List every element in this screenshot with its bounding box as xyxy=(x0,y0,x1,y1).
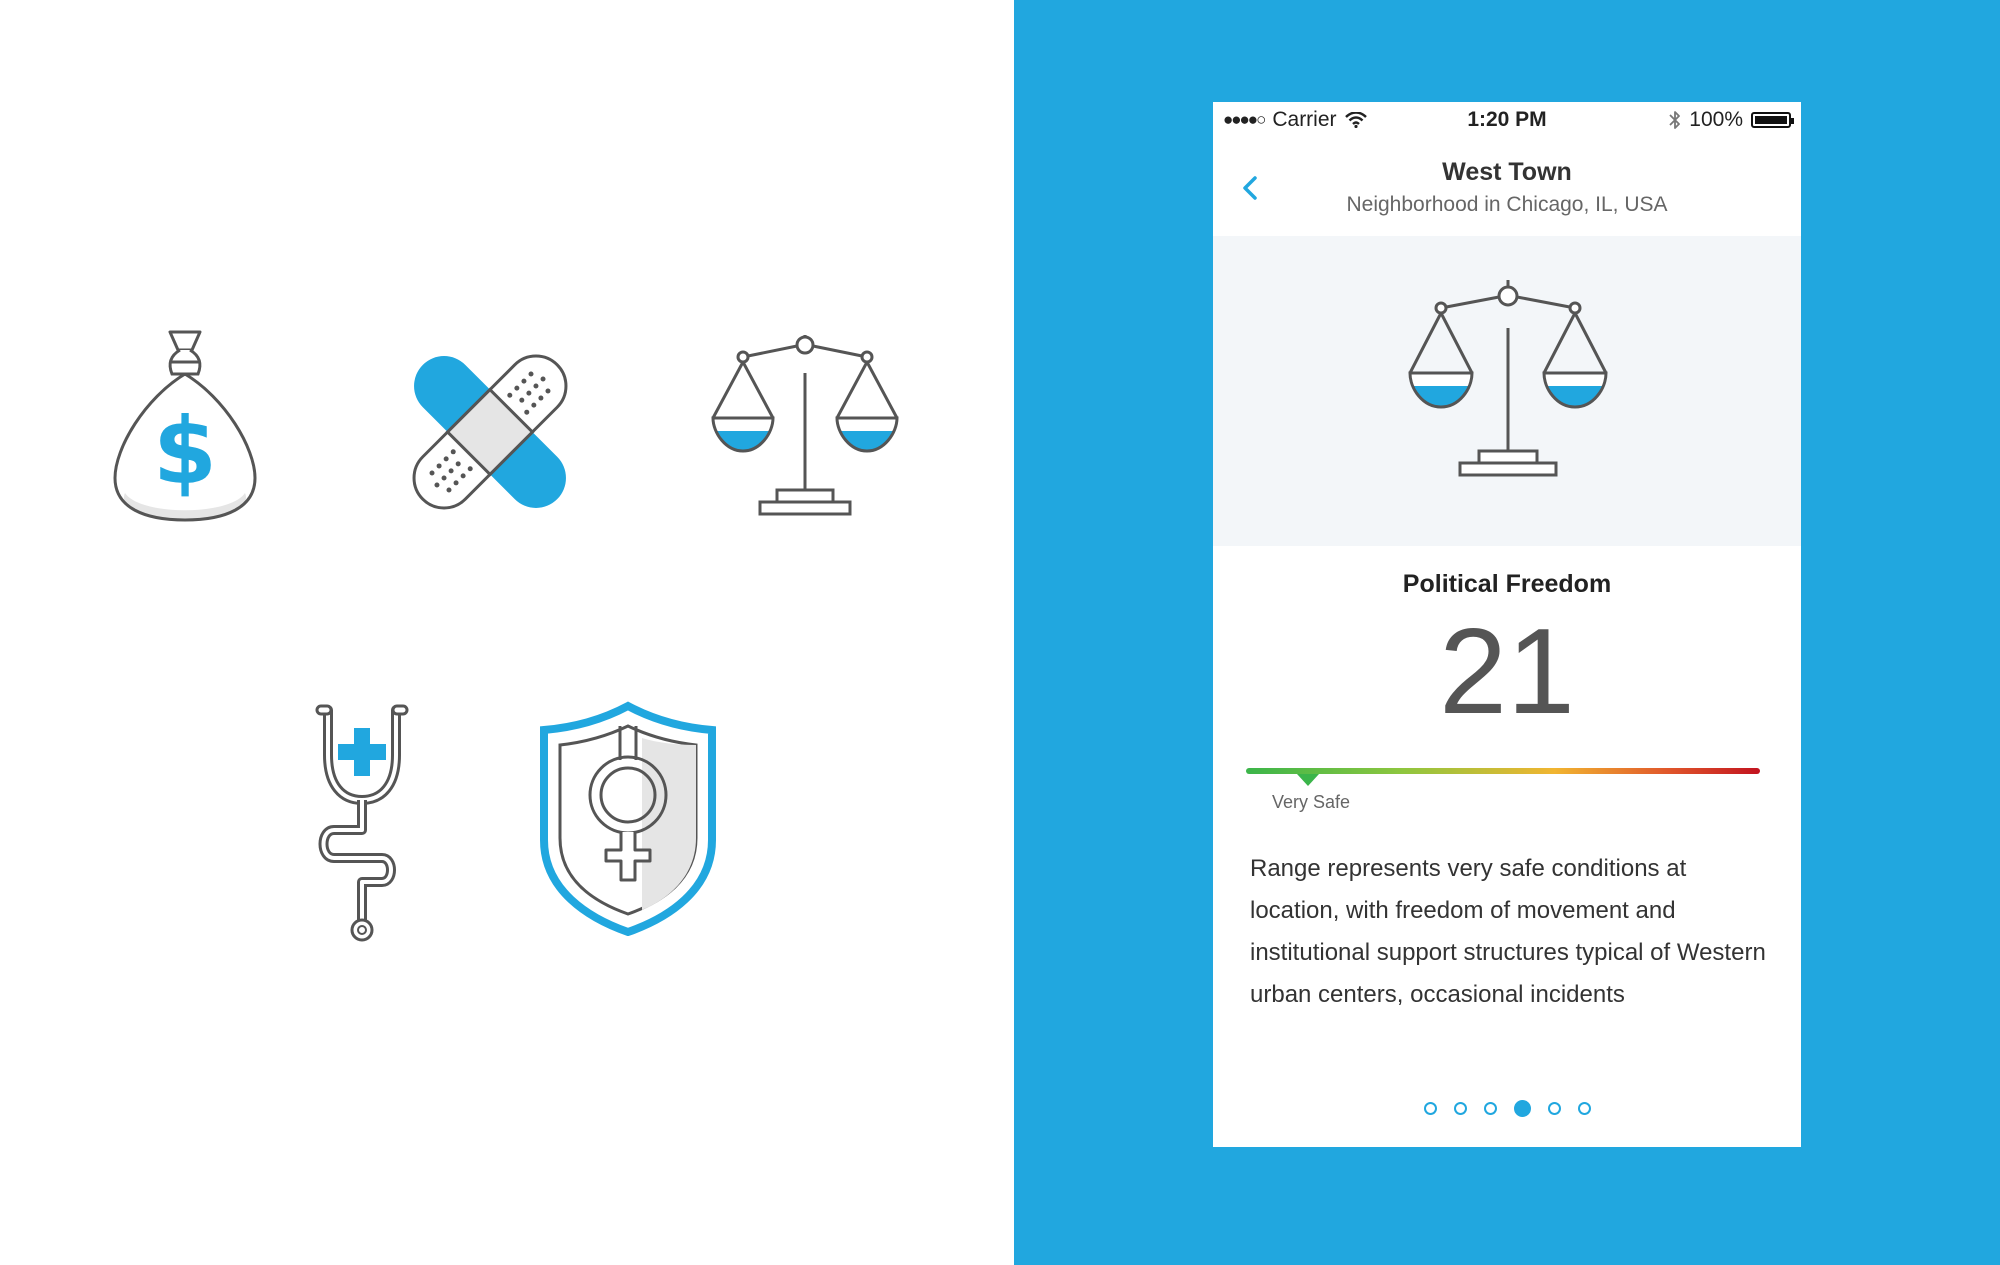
navigation-header: West Town Neighborhood in Chicago, IL, U… xyxy=(1213,140,1801,236)
page-dot[interactable] xyxy=(1577,1102,1591,1115)
status-right: 100% xyxy=(1669,108,1794,132)
svg-text:$: $ xyxy=(153,398,217,505)
battery-icon xyxy=(1751,112,1794,128)
gauge-label: Very Safe xyxy=(1272,792,1351,812)
metric-title: Political Freedom xyxy=(1402,570,1612,598)
scales-icon xyxy=(711,335,899,516)
pagination-dots xyxy=(1213,1100,1801,1117)
stethoscope-icon xyxy=(315,704,409,942)
gauge-marker xyxy=(1296,774,1319,786)
battery-fill xyxy=(1755,116,1787,124)
location-title: West Town xyxy=(1442,158,1572,186)
metric-description: Range represents very safe conditions at… xyxy=(1250,855,1766,1008)
page-dot[interactable] xyxy=(1547,1102,1561,1115)
metric-score: 21 xyxy=(1439,603,1575,739)
hero-illustration-area xyxy=(1213,236,1801,546)
bluetooth-icon xyxy=(1669,111,1681,129)
female-shield-icon xyxy=(540,701,716,936)
status-bar: ●●●●○ Carrier 1:20 PM 100% xyxy=(1213,102,1801,140)
page-dot[interactable] xyxy=(1483,1102,1497,1115)
battery-percentage: 100% xyxy=(1689,108,1743,131)
location-subtitle: Neighborhood in Chicago, IL, USA xyxy=(1346,193,1668,216)
safety-gauge-bar xyxy=(1246,768,1760,774)
page-dot[interactable] xyxy=(1423,1102,1437,1115)
scales-icon xyxy=(1408,280,1608,477)
page-dot-active[interactable] xyxy=(1513,1100,1531,1117)
bandage-icon xyxy=(412,354,568,510)
icon-showcase-panel: $ xyxy=(0,0,1014,1265)
phone-screen: ●●●●○ Carrier 1:20 PM 100% West Town Nei… xyxy=(1213,102,1801,1147)
page-dot[interactable] xyxy=(1453,1102,1467,1115)
money-bag-icon: $ xyxy=(113,330,257,522)
